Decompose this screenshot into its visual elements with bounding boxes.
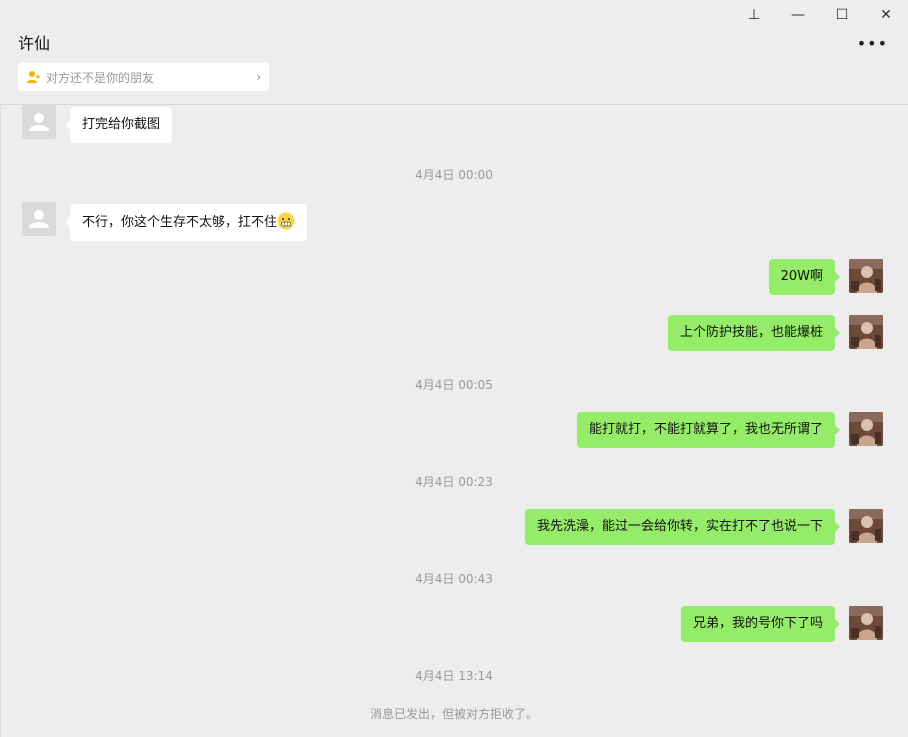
grimace-emoji-icon bbox=[277, 212, 295, 230]
user-photo-icon bbox=[849, 315, 883, 349]
default-avatar-icon bbox=[22, 105, 56, 139]
message-bubble-outgoing[interactable]: 20W啊 bbox=[768, 259, 841, 295]
minimize-button[interactable]: — bbox=[776, 0, 820, 30]
my-avatar[interactable] bbox=[849, 509, 883, 543]
contact-avatar[interactable] bbox=[22, 105, 56, 139]
my-avatar[interactable] bbox=[849, 412, 883, 446]
maximize-button[interactable]: ☐ bbox=[820, 0, 864, 30]
user-photo-icon bbox=[849, 259, 883, 293]
user-photo-icon bbox=[849, 606, 883, 640]
pin-icon[interactable]: ⊥ bbox=[732, 0, 776, 30]
timestamp: 4月4日 00:43 bbox=[415, 572, 493, 586]
my-avatar[interactable] bbox=[849, 259, 883, 293]
message-bubble-outgoing[interactable]: 上个防护技能，也能爆桩 bbox=[667, 315, 841, 351]
message-bubble-outgoing[interactable]: 能打就打，不能打就算了，我也无所谓了 bbox=[576, 412, 841, 448]
left-border bbox=[0, 104, 1, 737]
default-avatar-icon bbox=[22, 202, 56, 236]
message-bubble-incoming[interactable]: 打完给你截图 bbox=[64, 107, 173, 143]
chat-title: 许仙 bbox=[18, 34, 51, 53]
my-avatar[interactable] bbox=[849, 315, 883, 349]
user-photo-icon bbox=[849, 412, 883, 446]
message-text: 不行，你这个生存不太够，扛不住 bbox=[82, 215, 278, 230]
user-photo-icon bbox=[849, 509, 883, 543]
message-bubble-incoming[interactable]: 不行，你这个生存不太够，扛不住 bbox=[64, 204, 308, 241]
close-button[interactable]: ✕ bbox=[864, 0, 908, 30]
not-friend-notice[interactable]: 对方还不是你的朋友 › bbox=[18, 63, 269, 91]
contact-avatar[interactable] bbox=[22, 202, 56, 236]
timestamp: 4月4日 00:05 bbox=[415, 378, 493, 392]
timestamp: 4月4日 00:00 bbox=[415, 168, 493, 182]
message-bubble-outgoing[interactable]: 兄弟，我的号你下了吗 bbox=[680, 606, 841, 642]
message-bubble-outgoing[interactable]: 我先洗澡，能过一会给你转，实在打不了也说一下 bbox=[524, 509, 841, 545]
add-friend-icon bbox=[27, 71, 40, 83]
header-divider bbox=[0, 104, 908, 105]
system-message: 消息已发出，但被对方拒收了。 bbox=[369, 707, 538, 721]
timestamp: 4月4日 00:23 bbox=[415, 475, 493, 489]
timestamp: 4月4日 13:14 bbox=[415, 669, 493, 683]
more-options-icon[interactable]: ••• bbox=[857, 36, 888, 52]
window-controls: ⊥ — ☐ ✕ bbox=[732, 0, 908, 30]
chevron-right-icon: › bbox=[256, 70, 261, 84]
my-avatar[interactable] bbox=[849, 606, 883, 640]
notice-text: 对方还不是你的朋友 bbox=[46, 70, 155, 85]
